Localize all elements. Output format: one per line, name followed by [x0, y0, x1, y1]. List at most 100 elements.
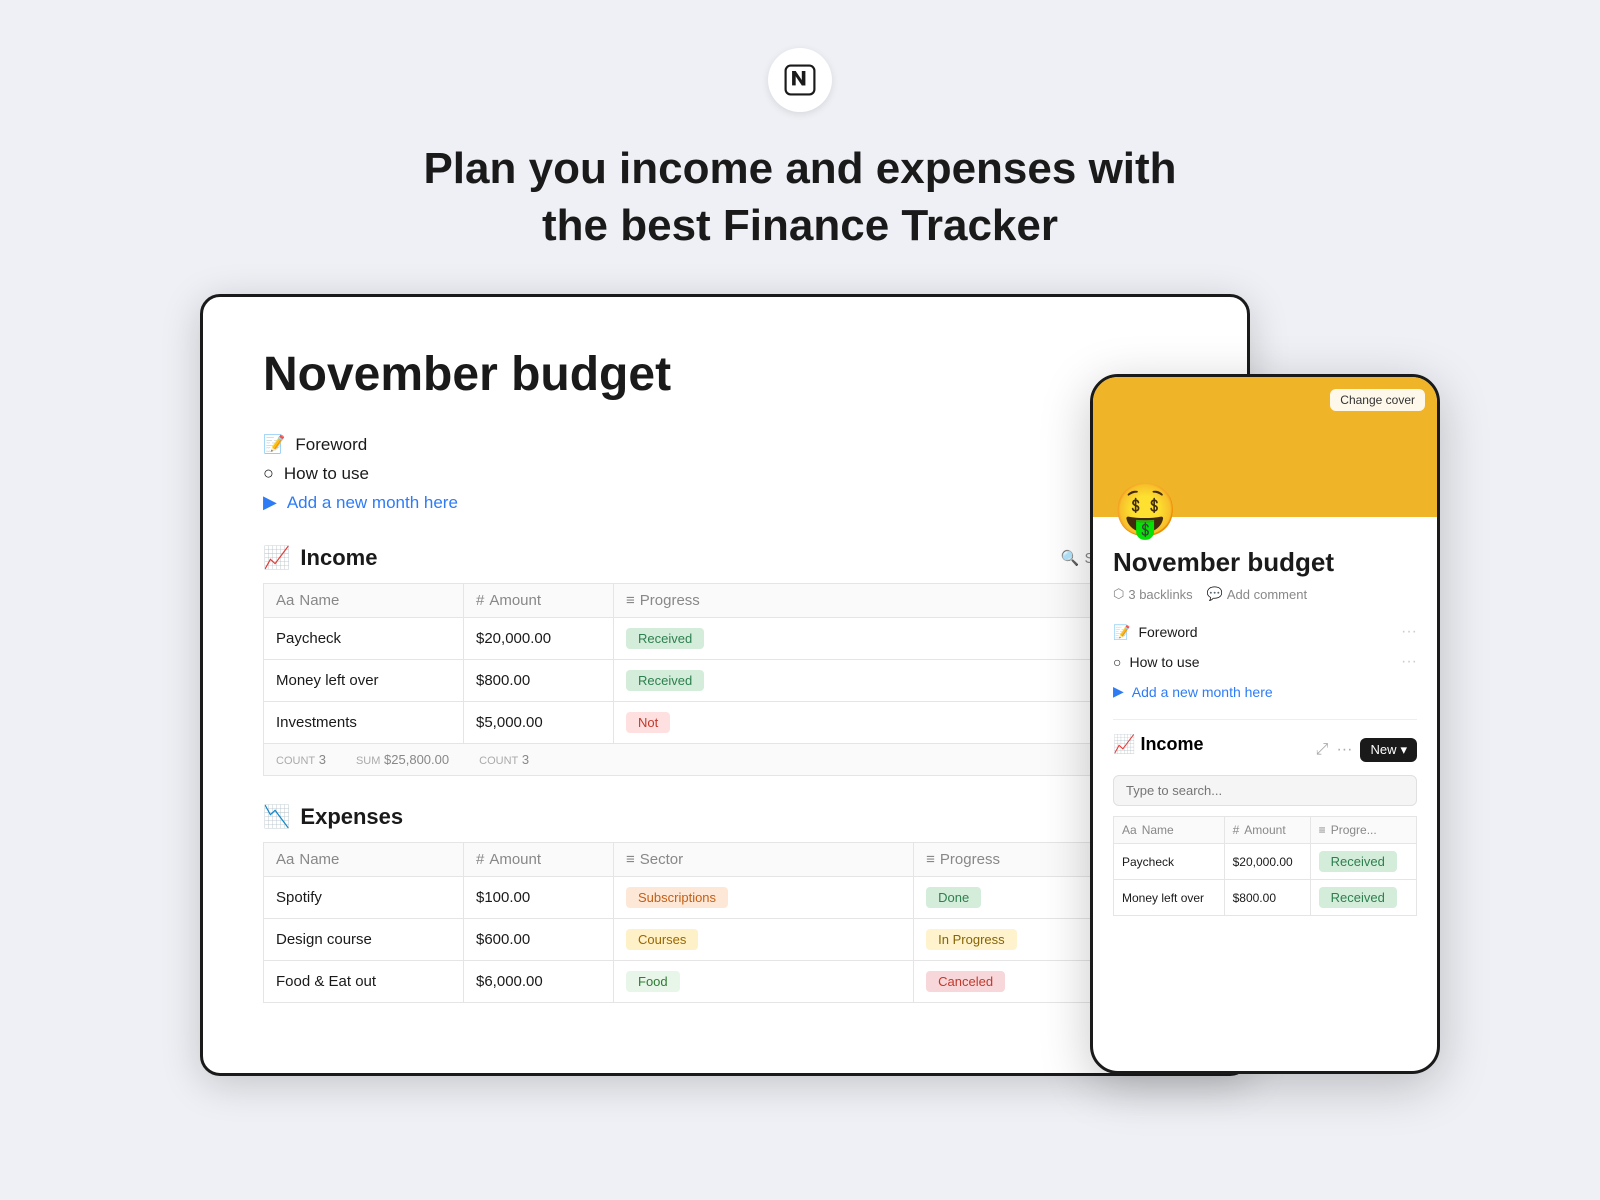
foreword-icon: 📝 — [263, 434, 285, 455]
mobile-mockup: Change cover 🤑 November budget ⬡ 3 backl… — [1090, 374, 1440, 1074]
backlink-icon: ⬡ — [1113, 586, 1124, 602]
howtouse-icon: ○ — [263, 463, 274, 484]
amount-col-icon: # — [476, 592, 484, 609]
mobile-progress-col-label: Progre... — [1331, 823, 1377, 837]
income-icon: 📈 — [263, 545, 290, 571]
mobile-income-row2-badge: Received — [1319, 887, 1397, 908]
mobile-income-actions: ⤢ ··· New ▾ — [1316, 738, 1417, 762]
mobile-progress-col-icon: ≡ — [1319, 823, 1326, 837]
mobile-cover: Change cover 🤑 — [1093, 377, 1437, 517]
mobile-more-icon[interactable]: ··· — [1336, 741, 1352, 759]
mobile-emoji: 🤑 — [1113, 485, 1178, 537]
exp-sector-col-label: Sector — [640, 851, 683, 868]
mobile-new-button[interactable]: New ▾ — [1360, 738, 1417, 762]
mockup-area: November budget 📝 Foreword ○ How to use … — [200, 294, 1400, 1154]
amount-col-label: Amount — [489, 592, 541, 609]
income-row1-name: Paycheck — [264, 618, 464, 660]
table-row[interactable]: Spotify $100.00 Subscriptions Done — [264, 877, 1187, 919]
table-row[interactable]: Money left over $800.00 Received — [264, 660, 1187, 702]
exp-row3-amount: $6,000.00 — [464, 961, 614, 1003]
howtouse-label: How to use — [284, 464, 369, 484]
addmonth-label: Add a new month here — [287, 493, 458, 513]
exp-name-col-label: Name — [299, 851, 339, 868]
comment-icon: 💬 — [1207, 586, 1223, 602]
exp-progress-col-icon: ≡ — [926, 851, 935, 868]
desktop-nav-addmonth[interactable]: ▶ Add a new month here — [263, 492, 1187, 513]
table-row[interactable]: Design course $600.00 Courses In Progres… — [264, 919, 1187, 961]
mobile-new-chevron: ▾ — [1400, 742, 1407, 758]
mobile-foreword-label: Foreword — [1138, 624, 1197, 640]
exp-amount-col-icon: # — [476, 851, 484, 868]
mobile-amount-col-label: Amount — [1244, 823, 1285, 837]
search-icon: 🔍 — [1061, 549, 1080, 567]
change-cover-button[interactable]: Change cover — [1330, 389, 1425, 411]
header: Plan you income and expenses with the be… — [0, 0, 1600, 294]
income-row1-amount: $20,000.00 — [464, 618, 614, 660]
mobile-nav-foreword[interactable]: 📝 Foreword ··· — [1113, 620, 1417, 644]
income-title: 📈 Income — [263, 545, 377, 571]
income-sum-label: SUM $25,800.00 — [356, 752, 449, 767]
exp-row2-sector: Courses — [626, 929, 698, 950]
expenses-table: Aa Name # Amount — [263, 842, 1187, 1003]
expenses-section: 📉 Expenses Aa Name — [263, 804, 1187, 1003]
addmonth-icon: ▶ — [263, 492, 277, 513]
mobile-search-input[interactable] — [1113, 775, 1417, 806]
desktop-nav-foreword[interactable]: 📝 Foreword — [263, 434, 1187, 455]
mobile-addmonth-label: Add a new month here — [1132, 684, 1273, 700]
income-row3-badge: Not — [626, 712, 670, 733]
table-row[interactable]: Money left over $800.00 Received — [1114, 880, 1417, 916]
progress-col-icon: ≡ — [626, 592, 635, 609]
table-row[interactable]: Food & Eat out $6,000.00 Food Canceled — [264, 961, 1187, 1003]
income-row3-name: Investments — [264, 702, 464, 744]
mobile-nav-howtouse[interactable]: ○ How to use ··· — [1113, 650, 1417, 674]
exp-amount-col-label: Amount — [489, 851, 541, 868]
exp-progress-col-label: Progress — [940, 851, 1000, 868]
income-row1-badge: Received — [626, 628, 704, 649]
exp-sector-col-icon: ≡ — [626, 851, 635, 868]
income-row2-amount: $800.00 — [464, 660, 614, 702]
mobile-amount-col-icon: # — [1233, 823, 1240, 837]
income-table-footer: COUNT 3 SUM $25,800.00 COUNT 3 — [263, 744, 1187, 776]
desktop-nav: 📝 Foreword ○ How to use ▶ Add a new mont… — [263, 434, 1187, 513]
mobile-content: November budget ⬡ 3 backlinks 💬 Add comm… — [1093, 517, 1437, 936]
exp-row2-amount: $600.00 — [464, 919, 614, 961]
mobile-income-row1-badge: Received — [1319, 851, 1397, 872]
income-row2-name: Money left over — [264, 660, 464, 702]
mobile-howtouse-icon: ○ — [1113, 654, 1121, 670]
exp-name-col-icon: Aa — [276, 851, 294, 868]
mobile-income-row1-amount: $20,000.00 — [1224, 844, 1310, 880]
income-table: Aa Name # Amount — [263, 583, 1187, 744]
mobile-income-icon: 📈 — [1113, 734, 1135, 754]
mobile-income-row2-name: Money left over — [1114, 880, 1225, 916]
mobile-income-header: 📈 Income ⤢ ··· New ▾ — [1113, 734, 1417, 765]
progress-col-label: Progress — [640, 592, 700, 609]
table-row[interactable]: Investments $5,000.00 Not — [264, 702, 1187, 744]
mobile-income-row1-name: Paycheck — [1114, 844, 1225, 880]
mobile-nav-addmonth[interactable]: ▶ Add a new month here — [1113, 680, 1417, 703]
mobile-nav: 📝 Foreword ··· ○ How to use ··· ▶ Add a — [1113, 620, 1417, 703]
expenses-icon: 📉 — [263, 804, 290, 830]
mobile-income-title: 📈 Income — [1113, 734, 1203, 755]
income-section: 📈 Income 🔍 Search ⤢ ··· — [263, 545, 1187, 776]
table-row[interactable]: Paycheck $20,000.00 Received — [1114, 844, 1417, 880]
mobile-meta: ⬡ 3 backlinks 💬 Add comment — [1113, 586, 1417, 602]
mobile-income-row2-amount: $800.00 — [1224, 880, 1310, 916]
add-comment[interactable]: 💬 Add comment — [1207, 586, 1307, 602]
exp-row1-amount: $100.00 — [464, 877, 614, 919]
mobile-name-col-label: Name — [1142, 823, 1174, 837]
mobile-expand-icon[interactable]: ⤢ — [1316, 741, 1329, 759]
mobile-income-table: Aa Name # Amount ≡ — [1113, 816, 1417, 916]
table-row[interactable]: Paycheck $20,000.00 Received — [264, 618, 1187, 660]
mobile-addmonth-icon: ▶ — [1113, 683, 1124, 700]
mobile-foreword-more[interactable]: ··· — [1401, 623, 1417, 641]
income-row2-badge: Received — [626, 670, 704, 691]
exp-row1-sector: Subscriptions — [626, 887, 728, 908]
desktop-nav-howtouse[interactable]: ○ How to use — [263, 463, 1187, 484]
foreword-label: Foreword — [295, 435, 367, 455]
exp-row2-badge: In Progress — [926, 929, 1016, 950]
income-row3-amount: $5,000.00 — [464, 702, 614, 744]
mobile-howtouse-more[interactable]: ··· — [1401, 653, 1417, 671]
backlinks[interactable]: ⬡ 3 backlinks — [1113, 586, 1193, 602]
exp-row1-badge: Done — [926, 887, 981, 908]
name-col-label: Name — [299, 592, 339, 609]
